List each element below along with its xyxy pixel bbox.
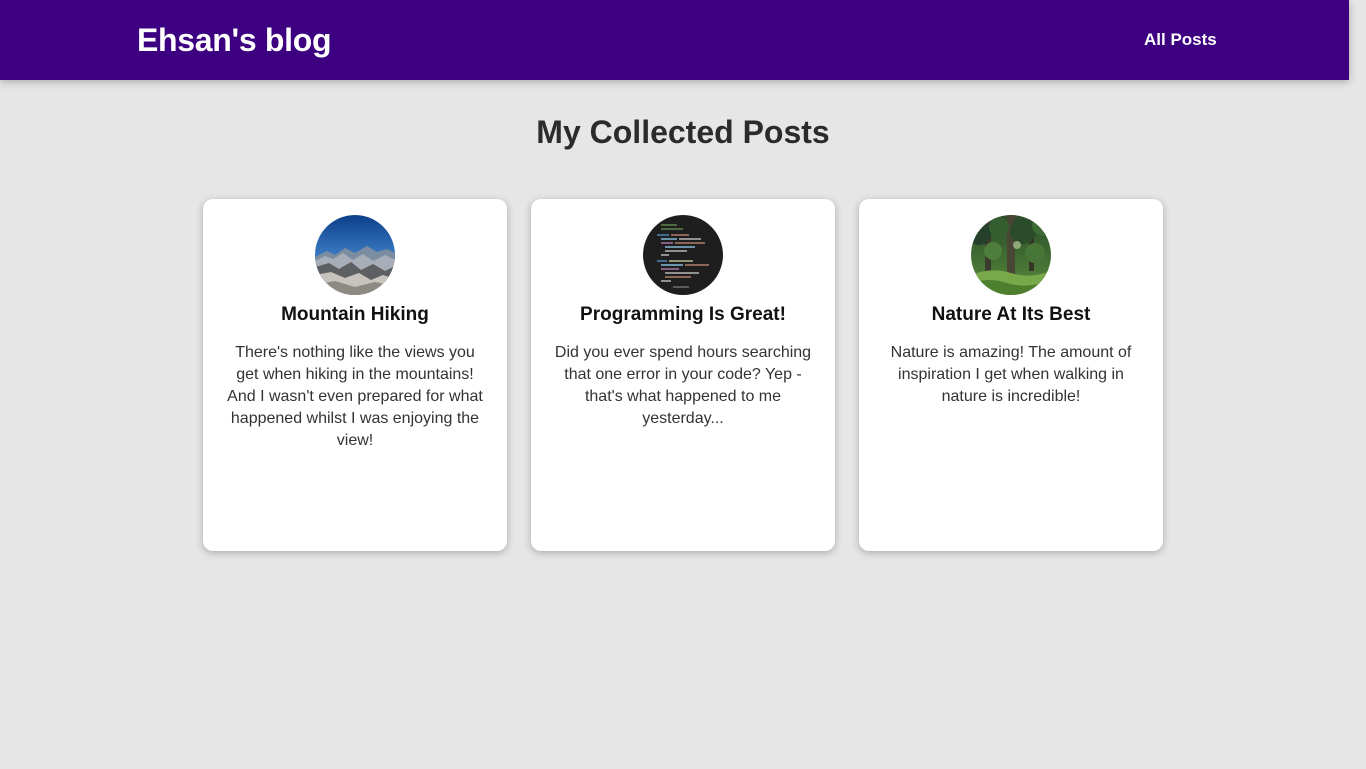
post-title: Programming Is Great! [580,304,786,325]
post-excerpt: There's nothing like the views you get w… [227,344,483,449]
post-card-mountain-hiking[interactable]: Mountain Hiking There's nothing like the… [203,199,507,551]
page-title: My Collected Posts [536,114,830,150]
mountain-photo-image [315,215,395,295]
post-title: Nature At Its Best [931,304,1091,325]
site-header: Ehsan's blog All Posts [0,0,1349,80]
post-excerpt: Did you ever spend hours searching that … [554,344,812,427]
post-title: Mountain Hiking [281,304,429,325]
post-card-nature-at-its-best[interactable]: Nature At Its Best Nature is amazing! Th… [859,199,1163,551]
forest-photo-image [971,215,1051,295]
site-logo[interactable]: Ehsan's blog [137,20,332,60]
post-thumbnail-programming [643,215,723,295]
post-card-programming-is-great[interactable]: Programming Is Great! Did you ever spend… [531,199,835,551]
nav-all-posts-link[interactable]: All Posts [1144,28,1217,52]
post-grid: Mountain Hiking There's nothing like the… [203,199,1163,551]
post-thumbnail-nature [971,215,1051,295]
post-thumbnail-mountain [315,215,395,295]
post-excerpt: Nature is amazing! The amount of inspira… [890,344,1132,405]
code-screenshot-image [643,215,723,295]
